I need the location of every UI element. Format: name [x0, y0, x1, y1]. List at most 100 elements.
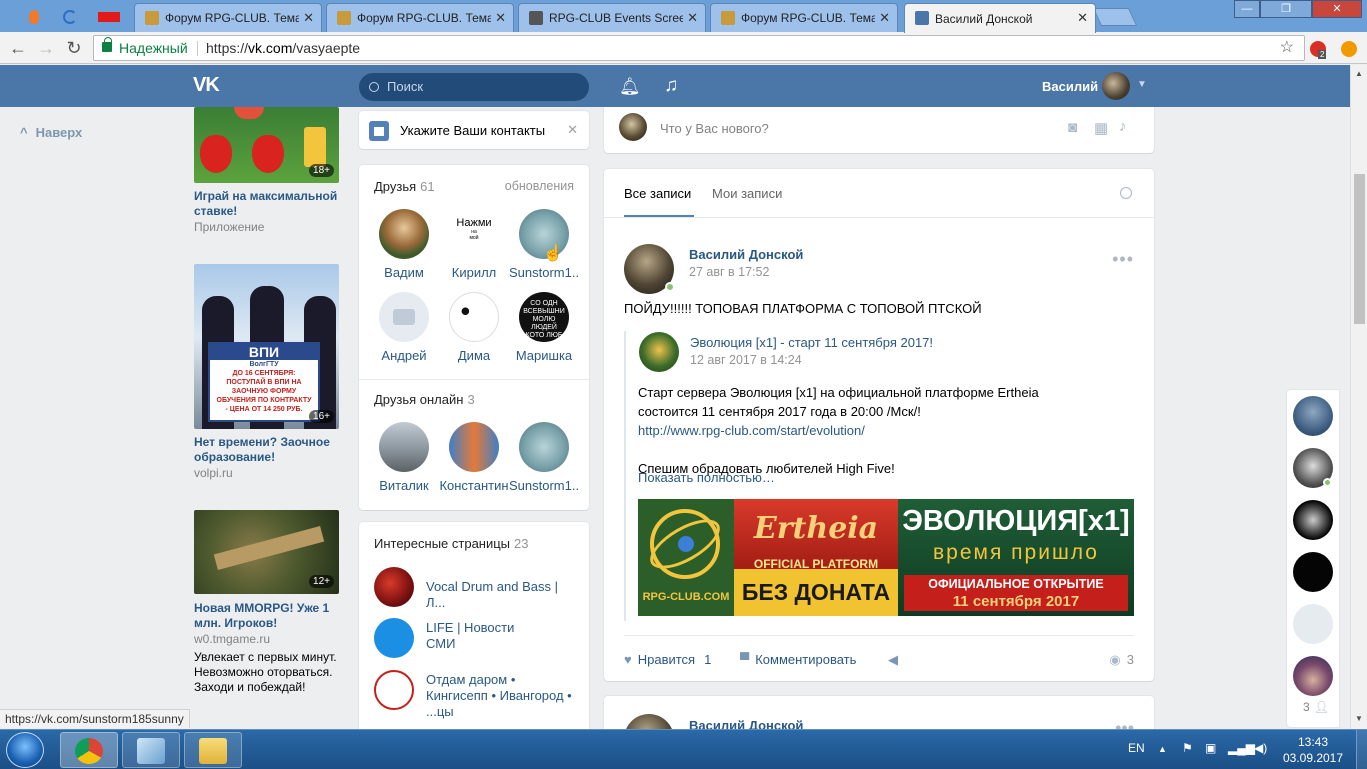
friend-item[interactable]: Константин: [439, 422, 509, 493]
bell-icon[interactable]: 🔔︎: [619, 77, 641, 97]
repost-title[interactable]: Эволюция [x1] - старт 11 сентября 2017!: [690, 335, 933, 350]
reload-icon[interactable]: ↻: [64, 38, 84, 58]
post-author[interactable]: Василий Донской: [689, 718, 803, 729]
friends-header[interactable]: Друзья 61: [374, 179, 435, 194]
taskbar-explorer[interactable]: [184, 732, 242, 768]
vk-logo[interactable]: VK: [193, 74, 220, 97]
taskbar-clock[interactable]: 13:43 03.09.2017: [1280, 734, 1346, 766]
avatar[interactable]: [1293, 656, 1333, 696]
avatar[interactable]: [1293, 500, 1333, 540]
post-author[interactable]: Василий Донской: [689, 247, 803, 262]
vertical-scrollbar[interactable]: ▲ ▼: [1350, 65, 1367, 729]
show-full-link[interactable]: Показать полностью…: [638, 470, 775, 485]
pinned-tab-2[interactable]: [58, 5, 82, 29]
search-input[interactable]: Поиск: [359, 73, 589, 101]
ad-image-education[interactable]: ВПИ ВолгГТУ ДО 16 СЕНТЯБРЯ: ПОСТУПАЙ В В…: [194, 264, 339, 429]
tab-close-icon[interactable]: ✕: [1077, 10, 1088, 26]
friend-item[interactable]: Дима: [439, 292, 509, 363]
ad-image-slots[interactable]: 18+: [194, 107, 339, 183]
ad-title[interactable]: Нет времени? Заочное образование!: [194, 435, 339, 465]
avatar[interactable]: [1293, 396, 1333, 436]
ad-title[interactable]: Играй на максимальной ставке!: [194, 189, 339, 219]
repost-link[interactable]: http://www.rpg-club.com/start/evolution/: [638, 421, 1108, 440]
friends-updates-link[interactable]: обновления: [505, 179, 574, 193]
close-window-button[interactable]: ✕: [1312, 0, 1362, 18]
ad-image-mmorpg[interactable]: 12+: [194, 510, 339, 594]
back-to-top-link[interactable]: ^ Наверх: [20, 125, 82, 140]
avatar[interactable]: [639, 332, 679, 372]
show-desktop-button[interactable]: [1356, 730, 1367, 769]
friend-item[interactable]: Sunstorm1...: [509, 422, 579, 493]
page-name-line: Отдам даром •: [426, 672, 516, 687]
comment-button[interactable]: ▀ Комментировать: [740, 652, 856, 667]
tab-close-icon[interactable]: ✕: [879, 10, 890, 26]
online-count[interactable]: 3 👤︎: [1303, 700, 1329, 714]
post-date[interactable]: 27 авг в 17:52: [689, 265, 769, 279]
camera-icon[interactable]: ◙: [1068, 119, 1077, 136]
tab-close-icon[interactable]: ✕: [495, 10, 506, 26]
scroll-down-icon[interactable]: ▼: [1355, 714, 1363, 723]
tab-vk-profile[interactable]: Василий Донской ✕: [904, 3, 1096, 33]
taskbar-chrome[interactable]: [60, 732, 118, 768]
chevron-down-icon[interactable]: ▼: [1137, 79, 1147, 90]
tab-all-posts[interactable]: Все записи: [624, 186, 691, 201]
tab-close-icon[interactable]: ✕: [687, 10, 698, 26]
avatar[interactable]: [1293, 604, 1333, 644]
scrollbar-thumb[interactable]: [1354, 174, 1365, 324]
extension-icon[interactable]: 2: [1310, 41, 1327, 59]
avatar[interactable]: [624, 714, 674, 729]
start-button[interactable]: [6, 732, 44, 768]
star-icon[interactable]: ☆: [1280, 36, 1294, 60]
pages-header[interactable]: Интересные страницы 23: [374, 536, 529, 551]
back-arrow-icon[interactable]: ←: [8, 38, 28, 58]
minimize-button[interactable]: —: [1234, 0, 1260, 18]
tray-expand-icon[interactable]: ▲: [1158, 744, 1167, 754]
address-bar[interactable]: Надежный https://vk.com/vasyaepte ☆: [93, 35, 1305, 61]
music-icon[interactable]: ♫: [664, 75, 678, 97]
more-options-icon[interactable]: •••: [1115, 718, 1134, 729]
tab-my-posts[interactable]: Мои записи: [712, 186, 782, 201]
tab-forum-2[interactable]: Форум RPG-CLUB. Тема ✕: [326, 3, 514, 32]
video-icon[interactable]: ▦: [1094, 119, 1108, 137]
share-button[interactable]: ◀: [888, 652, 904, 668]
maximize-button[interactable]: ❐: [1260, 0, 1312, 18]
tab-close-icon[interactable]: ✕: [303, 10, 314, 26]
pinned-tab-3[interactable]: [94, 5, 124, 29]
tray-flag-icon[interactable]: ⚑: [1182, 741, 1193, 755]
network-icon[interactable]: ▂▄▆: [1228, 741, 1255, 755]
repost-date[interactable]: 12 авг 2017 в 14:24: [690, 353, 802, 367]
avatar[interactable]: [1293, 552, 1333, 592]
tab-forum-1[interactable]: Форум RPG-CLUB. Тема ✕: [134, 3, 322, 32]
friend-item[interactable]: Нажми на мой Кирилл: [439, 209, 509, 280]
taskbar-app[interactable]: [122, 732, 180, 768]
ad-title[interactable]: Новая MMORPG! Уже 1 млн. Игроков!: [194, 601, 339, 631]
tab-forum-3[interactable]: Форум RPG-CLUB. Тема ✕: [710, 3, 898, 32]
friend-item[interactable]: Виталик: [369, 422, 439, 493]
close-icon[interactable]: ✕: [567, 122, 578, 138]
update-icon[interactable]: [1341, 41, 1357, 57]
volume-icon[interactable]: ◀): [1254, 741, 1267, 755]
user-name[interactable]: Василий: [1042, 79, 1098, 94]
forward-arrow-icon[interactable]: →: [36, 38, 56, 58]
avatar[interactable]: [1102, 72, 1130, 100]
friend-item[interactable]: Вадим: [369, 209, 439, 280]
post-composer[interactable]: Что у Вас нового? ◙ ▦ ♪: [604, 107, 1154, 153]
tab-events[interactable]: RPG-CLUB Events Screen ✕: [518, 3, 706, 32]
new-tab-button[interactable]: [1092, 8, 1138, 26]
search-icon[interactable]: [1120, 187, 1132, 199]
friend-item[interactable]: Андрей: [369, 292, 439, 363]
friends-online-header[interactable]: Друзья онлайн 3: [374, 392, 475, 407]
language-indicator[interactable]: EN: [1128, 741, 1145, 755]
banner-no-donate: БЕЗ ДОНАТА: [741, 579, 891, 605]
contacts-card[interactable]: Укажите Ваши контакты ✕: [359, 111, 589, 149]
post-banner-image[interactable]: RPG-CLUB.COM Ertheia OFFICIAL PLATFORM Б…: [638, 499, 1134, 616]
like-button[interactable]: ♥ Нравится 1: [624, 652, 711, 667]
vk-favicon-icon: [915, 11, 929, 25]
audio-icon[interactable]: ♪: [1119, 118, 1127, 135]
pinned-tab-1[interactable]: [22, 5, 46, 29]
scroll-up-icon[interactable]: ▲: [1355, 69, 1363, 78]
more-options-icon[interactable]: •••: [1112, 249, 1134, 270]
friend-item[interactable]: СО ОДН ВСЕВЫШНИ МОЛЮ ЛЮДЕЙ КОТО ЛЮБ Мари…: [509, 292, 579, 363]
composer-placeholder[interactable]: Что у Вас нового?: [660, 121, 769, 136]
tray-app-icon[interactable]: ▣: [1205, 741, 1216, 755]
